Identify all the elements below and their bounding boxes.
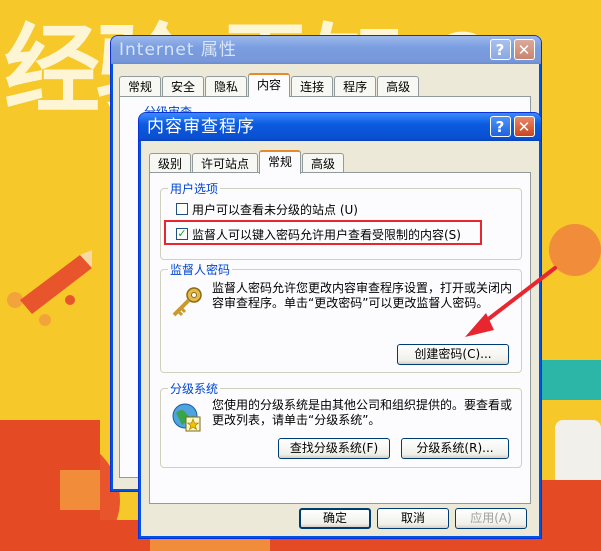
outer-tab-strip: 常规 安全 隐私 内容 连接 程序 高级: [119, 73, 420, 97]
find-rating-systems-button[interactable]: 查找分级系统(F): [278, 438, 390, 459]
cancel-button[interactable]: 取消: [377, 508, 449, 529]
close-button[interactable]: ✕: [514, 39, 535, 60]
tab-general[interactable]: 常规: [259, 150, 302, 174]
allow-unrated-checkbox[interactable]: [176, 203, 188, 215]
tab-general[interactable]: 常规: [119, 76, 162, 96]
dialog-tab-panel: 用户选项 用户可以查看未分级的站点 (U) ✓ 监督人可以键入密码允许用户查看受…: [149, 172, 531, 504]
dialog-tab-strip: 级别 许可站点 常规 高级: [149, 150, 345, 174]
supervisor-description: 监督人密码允许您更改内容审查程序设置，打开或关闭内容审查程序。单击“更改密码”可…: [212, 281, 513, 310]
rating-systems-description: 您使用的分级系统是由其他公司和组织提供的。要查看或更改列表，请单击“分级系统”。: [212, 398, 513, 427]
content-advisor-dialog: 内容审查程序 ? ✕ 级别 许可站点 常规 高级 用户选项 用户可以查看未分级的…: [138, 112, 542, 539]
tab-ratings[interactable]: 级别: [149, 153, 192, 173]
dialog-title: 内容审查程序: [147, 117, 255, 137]
tab-connections[interactable]: 连接: [291, 76, 334, 96]
allow-unrated-label[interactable]: 用户可以查看未分级的站点 (U): [192, 201, 358, 218]
tab-content[interactable]: 内容: [248, 73, 291, 97]
rating-systems-label: 分级系统: [168, 380, 221, 397]
tab-programs[interactable]: 程序: [334, 76, 377, 96]
close-button[interactable]: ✕: [514, 116, 535, 137]
window-title: Internet 属性: [119, 40, 237, 60]
apply-button[interactable]: 应用(A): [455, 508, 527, 529]
rating-globe-icon: [172, 403, 201, 432]
ok-button[interactable]: 确定: [299, 508, 371, 529]
rating-systems-button[interactable]: 分级系统(R)...: [401, 438, 509, 459]
highlight-box: [164, 220, 482, 245]
content-advisor-titlebar[interactable]: 内容审查程序 ? ✕: [139, 113, 541, 141]
tab-advanced[interactable]: 高级: [302, 153, 345, 173]
user-options-label: 用户选项: [168, 180, 221, 197]
tab-advanced[interactable]: 高级: [377, 76, 420, 96]
tab-security[interactable]: 安全: [162, 76, 205, 96]
create-password-button[interactable]: 创建密码(C)...: [397, 344, 509, 365]
tab-privacy[interactable]: 隐私: [205, 76, 248, 96]
help-button[interactable]: ?: [490, 39, 511, 60]
key-icon: [172, 287, 202, 317]
help-button[interactable]: ?: [490, 116, 511, 137]
supervisor-password-label: 监督人密码: [168, 261, 233, 278]
internet-properties-titlebar[interactable]: Internet 属性 ? ✕: [111, 36, 541, 64]
tab-approved-sites[interactable]: 许可站点: [192, 153, 259, 173]
